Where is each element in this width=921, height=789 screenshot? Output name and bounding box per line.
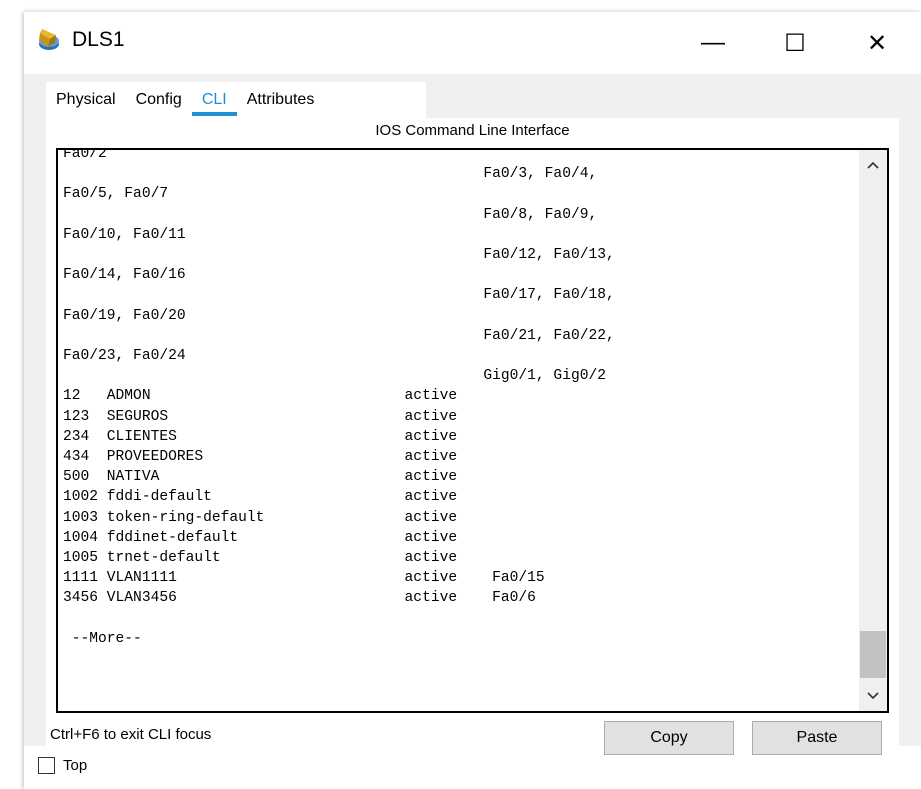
top-label: Top — [63, 757, 88, 774]
terminal-line: 1005 trnet-default active — [63, 550, 458, 567]
tab-label: Physical — [56, 91, 116, 108]
terminal-line: 1003 token-ring-default active — [63, 509, 458, 526]
tab-cli[interactable]: CLI — [191, 82, 237, 118]
cli-terminal[interactable]: Fa0/2 Fa0/3, Fa0/4, Fa0/5, Fa0/7 Fa0/8, … — [56, 148, 889, 713]
tab-label: Config — [135, 91, 182, 108]
scrollbar-thumb[interactable] — [860, 631, 886, 678]
active-tab-indicator — [191, 112, 237, 116]
terminal-line: Fa0/17, Fa0/18, — [483, 287, 615, 304]
tab-physical[interactable]: Physical — [46, 82, 126, 118]
terminal-line: --More-- — [71, 630, 142, 647]
terminal-line: 1002 fddi-default active — [63, 489, 458, 506]
terminal-line: 434 PROVEEDORES active — [63, 449, 458, 466]
title-bar[interactable]: DLS1 — ☐ ✕ — [24, 12, 921, 74]
terminal-line: 234 CLIENTES active — [63, 428, 458, 445]
close-button[interactable]: ✕ — [847, 18, 907, 68]
top-checkbox-row[interactable]: Top — [38, 757, 87, 774]
tab-config[interactable]: Config — [126, 82, 192, 118]
terminal-line: Fa0/21, Fa0/22, — [483, 327, 615, 344]
terminal-line: Fa0/3, Fa0/4, — [483, 166, 598, 183]
scroll-down-arrow-icon[interactable] — [859, 681, 887, 711]
terminal-line: 1004 fddinet-default active — [63, 529, 458, 546]
tab-label: Attributes — [246, 91, 315, 108]
cli-header: IOS Command Line Interface — [375, 122, 570, 139]
tab-attributes[interactable]: Attributes — [237, 82, 325, 118]
terminal-line: Fa0/12, Fa0/13, — [483, 247, 615, 264]
terminal-line: Fa0/5, Fa0/7 — [63, 186, 169, 203]
copy-button[interactable]: Copy — [604, 721, 734, 755]
cli-panel: IOS Command Line Interface Fa0/2 Fa0/3, … — [46, 118, 899, 755]
terminal-line: 3456 VLAN3456 active Fa0/6 — [63, 590, 536, 607]
terminal-line: Fa0/19, Fa0/20 — [63, 307, 186, 324]
terminal-line: Fa0/23, Fa0/24 — [63, 348, 186, 365]
window-client: Physical Config CLI Attributes IOS Comma… — [24, 74, 921, 755]
vertical-scrollbar[interactable] — [859, 150, 887, 711]
top-checkbox[interactable] — [38, 757, 55, 774]
terminal-line: Fa0/2 — [63, 148, 107, 162]
terminal-output[interactable]: Fa0/2 Fa0/3, Fa0/4, Fa0/5, Fa0/7 Fa0/8, … — [63, 148, 615, 649]
cli-focus-hint: Ctrl+F6 to exit CLI focus — [50, 726, 212, 743]
minimize-button[interactable]: — — [683, 18, 743, 68]
maximize-button[interactable]: ☐ — [765, 18, 825, 68]
tab-bar: Physical Config CLI Attributes — [46, 82, 426, 118]
scroll-up-arrow-icon[interactable] — [859, 150, 887, 180]
paste-button[interactable]: Paste — [752, 721, 882, 755]
terminal-line: Fa0/8, Fa0/9, — [483, 206, 598, 223]
terminal-line: Fa0/10, Fa0/11 — [63, 226, 186, 243]
terminal-line: Fa0/14, Fa0/16 — [63, 267, 186, 284]
tab-label: CLI — [201, 91, 227, 108]
window-title: DLS1 — [72, 28, 125, 51]
device-window: DLS1 — ☐ ✕ Physical Config CLI Attribute… — [0, 0, 921, 789]
terminal-line: Gig0/1, Gig0/2 — [483, 368, 606, 385]
router-icon — [36, 27, 62, 53]
terminal-line: 123 SEGUROS active — [63, 408, 458, 425]
terminal-line: 500 NATIVA active — [63, 469, 458, 486]
terminal-line: 12 ADMON active — [63, 388, 458, 405]
terminal-line: 1111 VLAN1111 active Fa0/15 — [63, 570, 545, 587]
